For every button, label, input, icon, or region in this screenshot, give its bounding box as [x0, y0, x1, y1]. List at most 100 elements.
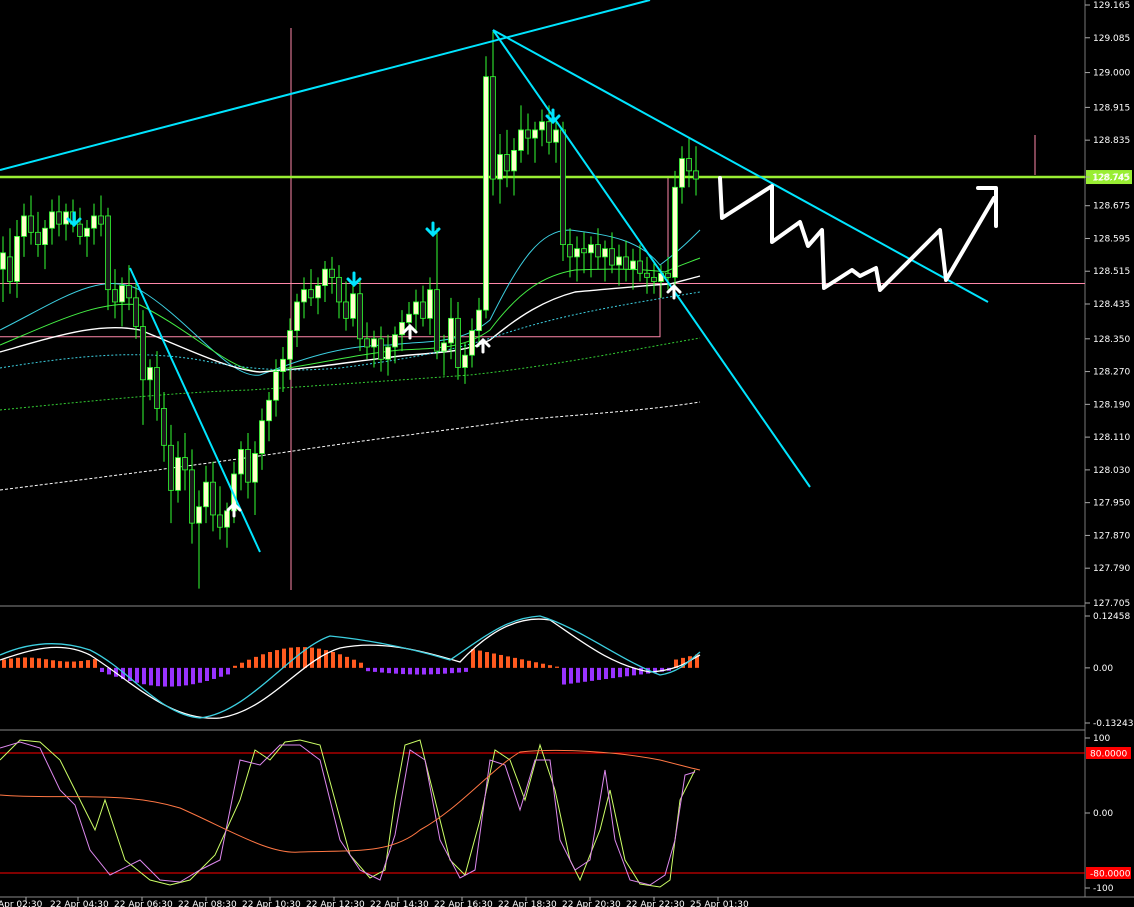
candle-body: [147, 367, 153, 381]
macd-bar-positive: [478, 650, 482, 668]
candle-body: [434, 289, 440, 352]
candle-body: [497, 154, 503, 180]
stochastic-panel: 80.0000 -80.0000: [0, 739, 1131, 888]
macd-bar-negative: [170, 667, 174, 687]
macd-bar-positive: [338, 654, 342, 668]
macd-bar-positive: [520, 659, 524, 668]
price-tick-label: 128.835: [1093, 136, 1130, 146]
macd-bar-negative: [394, 667, 398, 674]
candle-body: [595, 244, 601, 258]
candle-body: [168, 444, 174, 491]
macd-bar-negative: [149, 667, 153, 686]
candle-body: [609, 248, 615, 266]
candle-body: [630, 260, 636, 270]
price-tick-label: 127.705: [1093, 599, 1130, 609]
macd-bar-negative: [219, 667, 223, 677]
macd-bar-negative: [429, 667, 433, 675]
candle-body: [161, 408, 167, 446]
ma-dotted-cyan-line: [0, 291, 701, 371]
candle-body: [553, 129, 559, 143]
candle-body: [21, 215, 27, 237]
price-panel: 128.745: [0, 0, 1132, 590]
candle-body: [0, 252, 6, 270]
macd-bar-positive: [527, 660, 531, 668]
macd-bar-positive: [352, 659, 356, 668]
price-tick-label: 129.000: [1093, 69, 1130, 79]
macd-fast-line: [0, 618, 701, 719]
macd-bar-positive: [2, 659, 6, 668]
candle-body: [364, 338, 370, 348]
price-tick-label: 127.790: [1093, 564, 1130, 574]
macd-bar-positive: [268, 652, 272, 668]
macd-tick-label: 0.12458: [1093, 612, 1130, 622]
candle-body: [567, 244, 573, 258]
candle-body: [406, 313, 412, 323]
trend-line-upper: [0, 0, 651, 171]
macd-bar-negative: [191, 667, 195, 685]
candle-body: [112, 289, 118, 303]
time-label: 22 Apr 14:30: [370, 900, 429, 907]
candle-body: [546, 121, 552, 143]
candle-body: [420, 301, 426, 319]
macd-bar-positive: [240, 662, 244, 668]
macd-bar-negative: [422, 667, 426, 675]
macd-bar-negative: [401, 667, 405, 675]
price-tick-label: 128.435: [1093, 300, 1130, 310]
candle-body: [329, 268, 335, 278]
macd-bar-negative: [604, 667, 608, 680]
macd-bar-negative: [156, 667, 160, 687]
candle-body: [91, 215, 97, 229]
candle-body: [203, 481, 209, 508]
candle-body: [196, 506, 202, 524]
price-tick-label: 128.030: [1093, 466, 1130, 476]
candle-body: [308, 289, 314, 299]
time-label: 22 Apr 10:30: [242, 900, 301, 907]
macd-bar-negative: [618, 667, 622, 678]
candle-body: [56, 211, 62, 225]
time-label: 22 Apr 20:30: [562, 900, 621, 907]
price-tick-label: 128.110: [1093, 433, 1130, 443]
macd-bar-negative: [611, 667, 615, 679]
macd-bar-negative: [436, 667, 440, 675]
candle-body: [266, 399, 272, 422]
macd-bar-positive: [261, 654, 265, 668]
ma-dotted-green-line: [0, 337, 701, 411]
macd-bar-positive: [58, 661, 62, 668]
macd-bar-positive: [555, 666, 559, 668]
candle-body: [189, 469, 195, 524]
candle-body: [182, 457, 188, 471]
macd-bar-positive: [51, 660, 55, 668]
macd-bar-negative: [198, 667, 202, 683]
candle-body: [77, 223, 83, 237]
price-tick-label: 128.350: [1093, 335, 1130, 345]
macd-bar-negative: [226, 667, 230, 675]
candle-body: [217, 514, 223, 528]
price-tick-label: 128.190: [1093, 400, 1130, 410]
macd-bar-negative: [387, 667, 391, 674]
stoch-tick-label: 0.00: [1093, 809, 1113, 819]
candle-body: [84, 227, 90, 237]
candle-body: [14, 236, 20, 282]
macd-bar-negative: [100, 667, 104, 673]
candle-body: [7, 256, 13, 282]
candle-body: [532, 129, 538, 139]
price-tick-label: 129.165: [1093, 1, 1130, 11]
candle-body: [441, 342, 447, 352]
candle-body: [259, 420, 265, 454]
macd-bar-negative: [450, 667, 454, 674]
candle-body: [448, 317, 454, 344]
macd-bar-negative: [177, 667, 181, 687]
macd-bar-negative: [457, 667, 461, 673]
ma-fast-line: [0, 229, 701, 376]
price-tick-label: 128.595: [1093, 234, 1130, 244]
candle-body: [280, 358, 286, 372]
candle-body: [413, 301, 419, 315]
stoch-tick-label: 100: [1093, 734, 1110, 744]
candle-body: [49, 211, 55, 229]
time-label: 22 Apr 16:30: [434, 900, 493, 907]
macd-tick-label: -0.13243: [1093, 719, 1133, 729]
macd-bar-positive: [492, 653, 496, 668]
macd-bar-positive: [93, 659, 97, 668]
stoch-k-line: [0, 739, 696, 888]
macd-bar-negative: [366, 667, 370, 672]
